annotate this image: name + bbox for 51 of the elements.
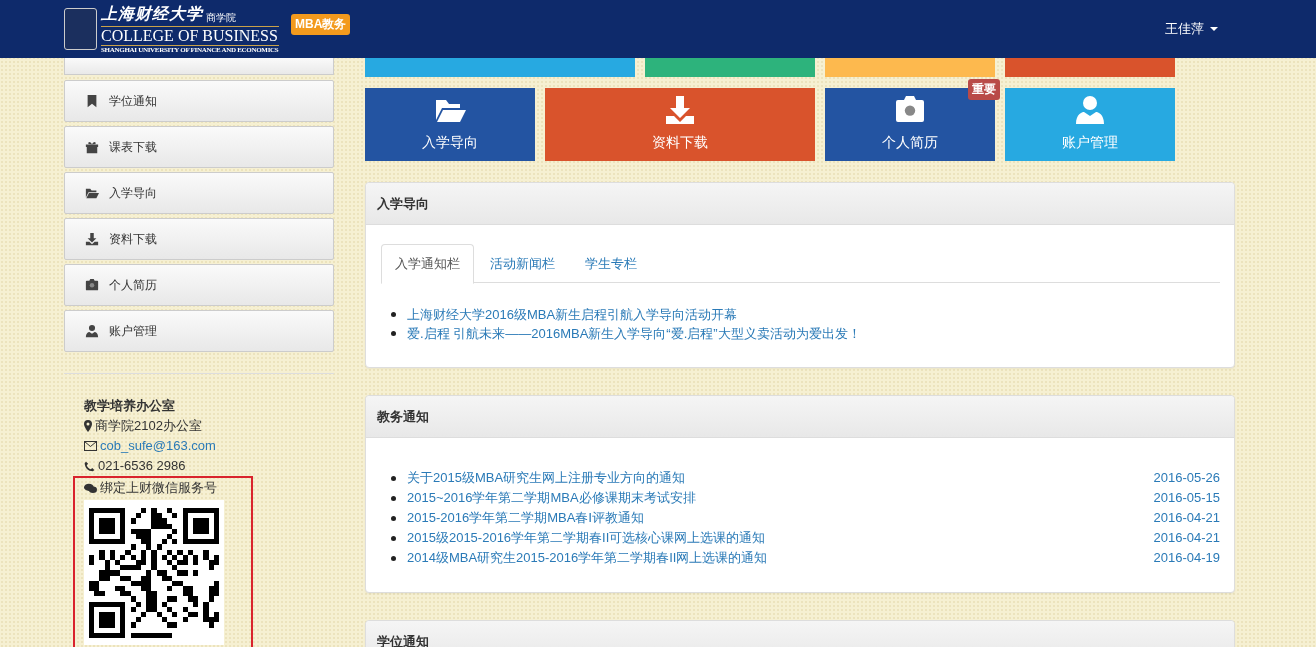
bookmark-icon (85, 94, 99, 108)
envelope-icon (84, 441, 97, 451)
map-marker-icon (84, 420, 92, 432)
shortcut-tile[interactable]: 资料下载 (545, 88, 815, 161)
sidebar-item[interactable]: 个人简历 (64, 264, 334, 306)
sidebar-item[interactable]: 课表下载 (64, 126, 334, 168)
notice-link[interactable]: 2014级MBA研究生2015-2016学年第二学期春II网上选课的通知 (407, 548, 768, 568)
logo-suffix: 商学院 (206, 10, 236, 25)
notice-date: 2016-04-19 (1153, 549, 1220, 567)
notice-link[interactable]: 2015~2016学年第二学期MBA必修课期末考试安排 (407, 488, 696, 508)
folder-icon (85, 186, 99, 200)
notice-link[interactable]: 关于2015级MBA研究生网上注册专业方向的通知 (407, 468, 686, 488)
important-badge: 重要 (968, 79, 1000, 100)
notice-date: 2016-04-21 (1153, 529, 1220, 547)
sidebar-item[interactable]: 账户管理 (64, 310, 334, 352)
news-link[interactable]: 爱.启程 引航未来——2016MBA新生入学导向“爱.启程”大型义卖活动为爱出发！ (407, 324, 861, 343)
panel-title: 入学导向 (377, 194, 429, 213)
shortcut-tile[interactable]: 账户管理 (1005, 88, 1175, 161)
user-icon (1074, 94, 1106, 126)
sidebar-item[interactable]: 学位通知 (64, 80, 334, 122)
news-link[interactable]: 上海财经大学2016级MBA新生启程引航入学导向活动开幕 (407, 305, 738, 324)
download-icon (664, 94, 696, 126)
phone-number: 021-6536 2986 (98, 457, 186, 475)
panel-title: 学位通知 (377, 632, 429, 647)
notice-link[interactable]: 2015-2016学年第二学期MBA春Ⅰ评教通知 (407, 508, 645, 528)
notice-date: 2016-05-26 (1153, 469, 1220, 487)
tab[interactable]: 活动新闻栏 (476, 244, 569, 282)
shortcut-tile[interactable]: 入学导向 (365, 88, 535, 161)
logo-title: 上海财经大学 (101, 3, 203, 24)
sidebar-item[interactable]: 资料下载 (64, 218, 334, 260)
chat-bubbles-icon (84, 482, 97, 494)
system-badge: MBA教务 (291, 13, 351, 35)
tab[interactable]: 学生专栏 (571, 244, 651, 282)
wechat-label: 绑定上财微信服务号 (100, 479, 217, 497)
tab[interactable]: 入学通知栏 (381, 244, 474, 284)
office-name: 教学培养办公室 (84, 397, 176, 415)
notice-link[interactable]: 2015级2015-2016学年第二学期春II可选核心课网上选课的通知 (407, 528, 766, 548)
gift-icon (85, 140, 99, 154)
office-address: 商学院2102办公室 (95, 417, 202, 435)
sidebar-item[interactable]: 入学导向 (64, 172, 334, 214)
logo-english-name: COLLEGE OF BUSINESS (101, 26, 279, 46)
panel-title: 教务通知 (377, 407, 429, 426)
email-link[interactable]: cob_sufe@163.com (100, 436, 216, 456)
camera-icon (85, 278, 99, 292)
notice-date: 2016-05-15 (1153, 489, 1220, 507)
user-icon (85, 324, 99, 338)
phone-icon (84, 460, 95, 472)
caret-icon (1210, 27, 1218, 31)
user-menu[interactable]: 王佳萍 (1165, 20, 1218, 38)
notice-date: 2016-04-21 (1153, 509, 1220, 527)
download-icon (85, 232, 99, 246)
